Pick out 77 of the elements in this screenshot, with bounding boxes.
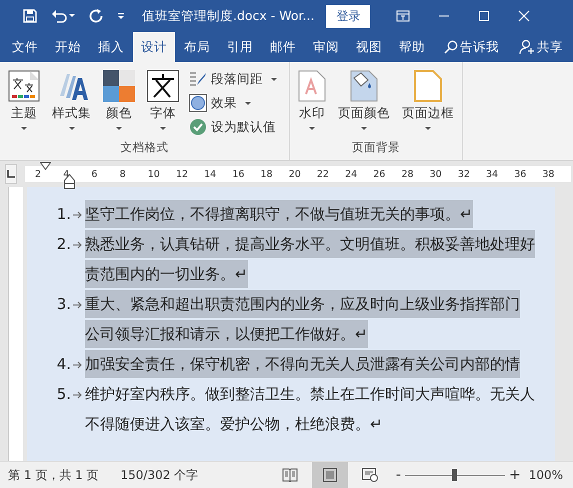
ribbon-button[interactable]: 样式集: [48, 68, 95, 140]
window-title: 值班室管理制度.docx - Wor...: [142, 8, 314, 24]
ribbon-tab[interactable]: 帮助: [391, 32, 433, 62]
ribbon-tab[interactable]: 审阅: [305, 32, 347, 62]
caret-icon: [361, 127, 367, 130]
tab-mark-icon: [73, 241, 83, 249]
page-color-icon: [350, 70, 378, 102]
maximize-icon[interactable]: [478, 10, 490, 22]
ribbon-button[interactable]: 颜色: [99, 68, 139, 140]
ribbon-button[interactable]: 水印: [294, 68, 330, 140]
tab-mark-icon: [73, 301, 83, 309]
caret-icon: [116, 127, 122, 130]
list-number: 2.: [56, 234, 71, 255]
book-icon: [282, 468, 298, 482]
ribbon-button[interactable]: 效果: [187, 92, 279, 114]
page-border-icon: [414, 70, 442, 102]
person-icon[interactable]: [519, 39, 535, 55]
tab-mark-icon: [73, 211, 83, 219]
undo-icon[interactable]: [50, 8, 76, 24]
print-layout-button[interactable]: [312, 462, 348, 488]
caret-icon: [309, 127, 315, 130]
zoom-slider[interactable]: [404, 468, 505, 482]
theme-icon: [8, 70, 40, 102]
zoom-out-button[interactable]: -: [392, 467, 405, 483]
group-label: 页面背景: [351, 140, 401, 156]
list-number: 1.: [56, 204, 71, 225]
caret-icon: [271, 78, 277, 80]
ribbon-button[interactable]: 段落间距: [187, 68, 279, 90]
caret-icon: [68, 127, 74, 130]
ribbon-button[interactable]: 页面边框: [398, 68, 458, 140]
word-count: 150/302 个字: [120, 466, 198, 484]
caret-icon: [245, 102, 251, 104]
colors-icon: [103, 70, 135, 102]
ribbon-button[interactable]: 页面颜色: [334, 68, 394, 140]
page-icon: [322, 468, 338, 482]
ribbon-button[interactable]: 设为默认值: [187, 116, 279, 138]
close-icon[interactable]: [518, 10, 530, 22]
tab-stop-icon: [6, 169, 16, 179]
tab-mark-icon: [73, 361, 83, 369]
ribbon-tab[interactable]: 插入: [90, 32, 132, 62]
fonts-icon: [147, 70, 179, 102]
web-page-icon: [362, 468, 378, 482]
ribbon-button[interactable]: 主题: [4, 68, 44, 140]
redo-icon[interactable]: [88, 8, 104, 24]
zoom-level: 100%: [528, 468, 563, 482]
effects-icon: [189, 94, 207, 112]
check-icon: [189, 118, 207, 136]
group-label: 文档格式: [120, 140, 170, 156]
caret-icon: [425, 127, 431, 130]
ribbon-tab[interactable]: 布局: [176, 32, 218, 62]
ribbon-display-icon[interactable]: [396, 10, 410, 22]
share-button[interactable]: 共享: [533, 32, 567, 62]
ribbon-tab[interactable]: 文件: [4, 32, 46, 62]
tell-me-button[interactable]: 告诉我: [456, 32, 503, 62]
ribbon-tab[interactable]: 视图: [348, 32, 390, 62]
tab-selector-button[interactable]: [5, 164, 17, 184]
caret-icon: [160, 127, 166, 130]
tab-mark-icon: [73, 391, 83, 399]
zoom-in-button[interactable]: +: [504, 467, 525, 483]
ribbon-tab[interactable]: 开始: [47, 32, 89, 62]
ribbon-button[interactable]: 字体: [143, 68, 183, 140]
search-icon[interactable]: [444, 40, 458, 54]
watermark-icon: [298, 70, 326, 102]
paragraph-text-line: 维护好室内秩序。做到整洁卫生。禁止在工作时间大声喧哗。无关人: [85, 384, 535, 405]
paragraph-spacing-icon: [189, 71, 207, 87]
list-number: 4.: [56, 354, 71, 375]
ribbon-tab[interactable]: 设计: [133, 32, 175, 62]
ribbon-tab[interactable]: 邮件: [262, 32, 304, 62]
ribbon-tab[interactable]: 引用: [219, 32, 261, 62]
caret-icon: [21, 127, 27, 130]
page-count: 第 1 页，共 1 页: [8, 466, 99, 484]
login-button[interactable]: 登录: [326, 4, 370, 28]
list-number: 5.: [56, 384, 71, 405]
paragraph-text-line: 不得随便进入该室。爱护公物，杜绝浪费。↵: [85, 414, 383, 435]
list-number: 3.: [56, 294, 71, 315]
customize-icon[interactable]: [116, 11, 126, 21]
save-icon[interactable]: [22, 8, 38, 24]
